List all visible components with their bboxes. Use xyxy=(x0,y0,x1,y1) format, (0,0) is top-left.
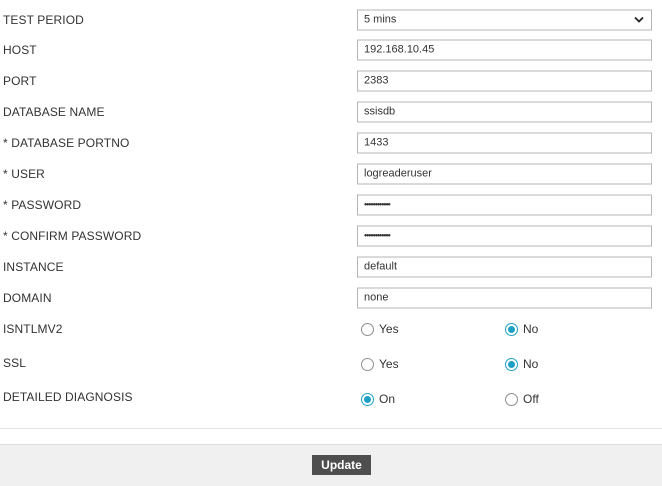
ssl-no-option[interactable]: No xyxy=(505,357,538,371)
database-name-input[interactable] xyxy=(357,101,652,122)
domain-label: DOMAIN xyxy=(3,290,52,305)
form-divider xyxy=(0,428,662,429)
detailed-diagnosis-row: DETAILED DIAGNOSIS On Off xyxy=(0,383,662,414)
form-footer: Update xyxy=(0,444,662,486)
user-input[interactable] xyxy=(357,163,652,184)
confirm-password-label: * CONFIRM PASSWORD xyxy=(3,228,142,243)
detailed-diagnosis-label: DETAILED DIAGNOSIS xyxy=(3,390,133,404)
ssl-row: SSL Yes No xyxy=(0,348,662,379)
detailed-diagnosis-on-option[interactable]: On xyxy=(361,392,395,406)
isntlmv2-yes-radio[interactable] xyxy=(361,322,374,336)
host-input[interactable] xyxy=(357,39,652,60)
confirm-password-input[interactable] xyxy=(357,225,652,246)
ssl-yes-radio[interactable] xyxy=(361,357,374,371)
update-button[interactable]: Update xyxy=(312,455,371,475)
detailed-diagnosis-off-label: Off xyxy=(523,392,539,406)
ssl-yes-option[interactable]: Yes xyxy=(361,357,399,371)
isntlmv2-no-option[interactable]: No xyxy=(505,322,538,336)
port-input[interactable] xyxy=(357,70,652,91)
test-period-row: TEST PERIOD 5 mins xyxy=(0,4,662,35)
isntlmv2-yes-option[interactable]: Yes xyxy=(361,322,399,336)
password-label: * PASSWORD xyxy=(3,197,82,212)
database-name-label: DATABASE NAME xyxy=(3,104,105,119)
domain-row: DOMAIN xyxy=(0,282,662,313)
test-period-label: TEST PERIOD xyxy=(3,12,84,27)
database-portno-input[interactable] xyxy=(357,132,652,153)
isntlmv2-no-label: No xyxy=(523,322,539,336)
domain-input[interactable] xyxy=(357,287,652,308)
detailed-diagnosis-off-radio[interactable] xyxy=(505,392,518,406)
isntlmv2-no-radio[interactable] xyxy=(505,322,518,336)
test-period-value: 5 mins xyxy=(364,13,397,25)
chevron-down-icon xyxy=(634,16,644,23)
database-portno-row: * DATABASE PORTNO xyxy=(0,127,662,158)
instance-row: INSTANCE xyxy=(0,251,662,282)
user-label: * USER xyxy=(3,166,45,181)
database-name-row: DATABASE NAME xyxy=(0,96,662,127)
password-input[interactable] xyxy=(357,194,652,215)
ssl-no-radio[interactable] xyxy=(505,357,518,371)
detailed-diagnosis-on-radio[interactable] xyxy=(361,392,374,406)
confirm-password-row: * CONFIRM PASSWORD xyxy=(0,220,662,251)
port-label: PORT xyxy=(3,73,37,88)
password-row: * PASSWORD xyxy=(0,189,662,220)
user-row: * USER xyxy=(0,158,662,189)
isntlmv2-row: ISNTLMV2 Yes No xyxy=(0,313,662,344)
isntlmv2-label: ISNTLMV2 xyxy=(3,321,63,336)
host-label: HOST xyxy=(3,42,37,57)
instance-label: INSTANCE xyxy=(3,259,64,274)
detailed-diagnosis-off-option[interactable]: Off xyxy=(505,392,539,406)
instance-input[interactable] xyxy=(357,256,652,277)
host-row: HOST xyxy=(0,34,662,65)
ssl-yes-label: Yes xyxy=(379,357,399,371)
test-period-select[interactable]: 5 mins xyxy=(357,9,652,30)
ssl-no-label: No xyxy=(523,357,539,371)
isntlmv2-yes-label: Yes xyxy=(379,322,399,336)
database-portno-label: * DATABASE PORTNO xyxy=(3,135,130,150)
port-row: PORT xyxy=(0,65,662,96)
ssl-label: SSL xyxy=(3,356,26,370)
detailed-diagnosis-on-label: On xyxy=(379,392,396,406)
